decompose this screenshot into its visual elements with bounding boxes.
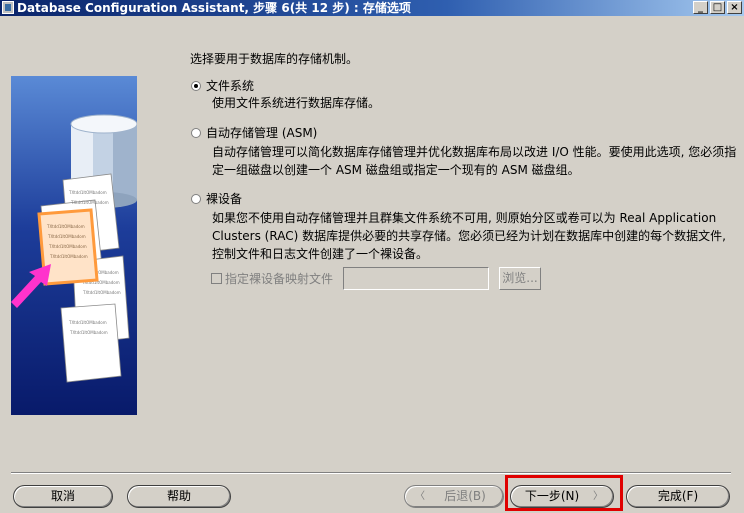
footer-divider: [11, 472, 731, 474]
cancel-button[interactable]: 取消: [13, 485, 113, 508]
svg-text:TXtdd1ItOMbadom: TXtdd1ItOMbadom: [68, 320, 107, 325]
window-controls: _ □ ×: [693, 0, 742, 16]
database-documents-icon: TXtdd1ItOMbadom TXtdd1ItOMbadom TXtdd1It…: [11, 114, 137, 383]
raw-devices-label[interactable]: 裸设备: [206, 190, 242, 207]
finish-button[interactable]: 完成(F): [626, 485, 730, 508]
radio-asm[interactable]: 自动存储管理 (ASM): [191, 124, 317, 141]
svg-text:TXtdd1ItOMbadom: TXtdd1ItOMbadom: [49, 254, 88, 259]
radio-button[interactable]: [191, 127, 201, 138]
help-button[interactable]: 帮助: [127, 485, 231, 508]
title-bar: Database Configuration Assistant, 步骤 6(共…: [0, 0, 744, 16]
svg-text:TXtdd1ItOMbadom: TXtdd1ItOMbadom: [69, 330, 108, 335]
svg-text:TXtdd1ItOMbadom: TXtdd1ItOMbadom: [47, 234, 86, 239]
next-button-highlight: [505, 475, 623, 511]
file-system-label[interactable]: 文件系统: [206, 77, 254, 94]
browse-button[interactable]: 浏览...: [499, 267, 541, 290]
minimize-button[interactable]: _: [693, 1, 708, 14]
chevron-left-icon: 〈: [415, 491, 425, 502]
raw-mapping-checkbox-row[interactable]: 指定裸设备映射文件: [211, 270, 333, 287]
raw-devices-description: 如果您不使用自动存储管理并且群集文件系统不可用, 则原始分区或卷可以为 Real…: [212, 211, 726, 261]
window-title: Database Configuration Assistant, 步骤 6(共…: [17, 1, 411, 15]
back-label: 后退(B): [444, 489, 486, 503]
svg-text:TXtdd1ItOMbadom: TXtdd1ItOMbadom: [46, 224, 85, 229]
raw-mapping-file-input[interactable]: [343, 267, 489, 290]
maximize-button[interactable]: □: [710, 1, 725, 14]
radio-button[interactable]: [191, 193, 201, 204]
storage-prompt: 选择要用于数据库的存储机制。: [190, 52, 359, 66]
asm-label[interactable]: 自动存储管理 (ASM): [206, 124, 317, 141]
back-button[interactable]: 〈 后退(B): [404, 485, 504, 508]
svg-text:TXtdd1ItOMbadom: TXtdd1ItOMbadom: [70, 200, 109, 205]
app-icon: [2, 1, 14, 14]
close-button[interactable]: ×: [727, 1, 742, 14]
raw-mapping-checkbox[interactable]: [211, 273, 222, 284]
raw-mapping-label[interactable]: 指定裸设备映射文件: [225, 270, 333, 287]
radio-button-selected[interactable]: [191, 80, 201, 91]
radio-raw-devices[interactable]: 裸设备: [191, 190, 242, 207]
wizard-illustration: TXtdd1ItOMbadom TXtdd1ItOMbadom TXtdd1It…: [11, 76, 137, 415]
svg-text:TXtdd1ItOMbadom: TXtdd1ItOMbadom: [48, 244, 87, 249]
svg-text:TXtdd1ItOMbadom: TXtdd1ItOMbadom: [82, 290, 121, 295]
file-system-description: 使用文件系统进行数据库存储。: [212, 96, 381, 110]
svg-text:TXtdd1ItOMbadom: TXtdd1ItOMbadom: [68, 190, 107, 195]
radio-file-system[interactable]: 文件系统: [191, 77, 254, 94]
asm-description: 自动存储管理可以简化数据库存储管理并优化数据库布局以改进 I/O 性能。要使用此…: [212, 145, 737, 177]
